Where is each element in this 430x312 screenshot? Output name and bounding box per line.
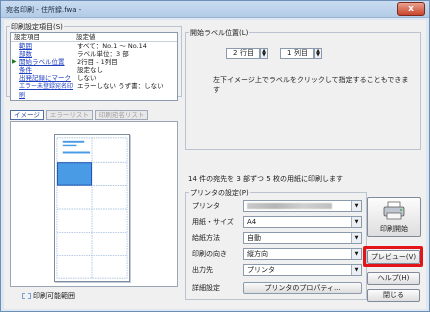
- position-hint: 左下イメージ上でラベルをクリックして指定することもできます: [213, 76, 409, 94]
- print-start-label: 印刷開始: [380, 225, 408, 233]
- column-input[interactable]: 1 列目: [280, 48, 314, 59]
- printer-select[interactable]: ▼: [243, 200, 362, 212]
- paper-source-select[interactable]: 自動 ▼: [243, 232, 362, 244]
- output-select[interactable]: プリンタ ▼: [243, 264, 362, 276]
- settings-item-value: すべて：No.1 ～ No.14: [77, 42, 147, 50]
- printer-name-redacted: [247, 203, 332, 209]
- settings-row-copies[interactable]: 部数 ラベル単位：3 部: [11, 50, 177, 58]
- print-dialog-window: 宛名印刷 - 住所録.fwa - x 印刷設定項目(S) 設定項目 設定値 範囲…: [0, 0, 430, 312]
- print-start-button[interactable]: 印刷開始: [367, 197, 421, 237]
- chevron-down-icon[interactable]: ▼: [351, 217, 361, 227]
- orientation-value: 縦方向: [247, 250, 268, 258]
- window-close-button[interactable]: x: [397, 2, 425, 16]
- close-button[interactable]: 閉じる: [367, 289, 420, 302]
- column-unit: 列目: [294, 49, 308, 57]
- stepper-down-icon[interactable]: ▼: [261, 53, 267, 58]
- settings-item-label[interactable]: 出発記録にマーク: [19, 74, 71, 82]
- row-unit: 行目: [240, 49, 254, 57]
- printable-area-legend: 印刷可能範囲: [22, 291, 75, 301]
- settings-table[interactable]: 設定項目 設定値 範囲 すべて：No.1 ～ No.14 部数 ラベル単位：3 …: [10, 32, 178, 101]
- dashed-box-icon: [22, 293, 31, 299]
- settings-table-header: 設定項目 設定値: [11, 33, 177, 42]
- settings-row-range[interactable]: 範囲 すべて：No.1 ～ No.14: [11, 42, 177, 50]
- settings-item-label[interactable]: 条件: [19, 66, 32, 74]
- print-summary: 14 件の宛先を 3 部ずつ 5 枚の用紙に印刷します: [188, 175, 343, 183]
- printer-label: プリンタ: [192, 202, 220, 210]
- tab-image[interactable]: イメージ: [10, 110, 44, 120]
- paper-size-row: 用紙・サイズ A4 ▼: [188, 215, 364, 229]
- settings-row-start-position[interactable]: ▶ 開始ラベル位置 2行目 - 1列目: [11, 58, 177, 66]
- label-preview-area: [10, 121, 178, 287]
- column-stepper[interactable]: ▲ ▼: [314, 48, 322, 59]
- output-value: プリンタ: [247, 266, 275, 274]
- settings-group-label: 印刷設定項目(S): [10, 22, 64, 32]
- printer-row: プリンタ ▼: [188, 199, 364, 213]
- row-input[interactable]: 2 行目: [226, 48, 260, 59]
- label-grid: [56, 137, 128, 279]
- output-row: 出力先 プリンタ ▼: [188, 263, 364, 277]
- settings-item-label[interactable]: 範囲: [19, 42, 32, 50]
- settings-item-value: エラーしない うず書：しない: [77, 82, 164, 90]
- orientation-row: 印刷の向き 縦方向 ▼: [188, 247, 364, 261]
- settings-row-error[interactable]: エラー未登録宛名印刷 エラーしない うず書：しない: [11, 82, 177, 99]
- preview-highlight-frame: [363, 246, 423, 267]
- settings-item-value: 設定なし: [77, 66, 103, 74]
- settings-item-label[interactable]: エラー未登録宛名印刷: [19, 83, 73, 99]
- current-row-marker-icon: ▶: [12, 58, 17, 65]
- paper-size-label: 用紙・サイズ: [192, 218, 234, 226]
- paper-size-select[interactable]: A4 ▼: [243, 216, 362, 228]
- stepper-down-icon[interactable]: ▼: [315, 53, 321, 58]
- orientation-label: 印刷の向き: [192, 250, 227, 258]
- start-position-group-label: 開始ラベル位置(L): [189, 28, 250, 38]
- header-value: 設定値: [76, 33, 96, 41]
- label-sheet-preview[interactable]: [54, 134, 130, 282]
- printer-group-label: プリンタの設定(P): [189, 188, 250, 198]
- paper-source-label: 給紙方法: [192, 234, 220, 242]
- output-label: 出力先: [192, 266, 213, 274]
- advanced-label: 詳細設定: [192, 284, 220, 292]
- column-value: 1: [287, 49, 292, 57]
- help-button[interactable]: ヘルプ(H): [367, 272, 420, 285]
- settings-row-mark[interactable]: 出発記録にマーク しない: [11, 74, 177, 82]
- settings-item-label[interactable]: 部数: [19, 50, 32, 58]
- settings-item-value: 2行目 - 1列目: [77, 58, 118, 66]
- tab-print-list[interactable]: 印刷宛名リスト: [94, 110, 149, 120]
- printable-area-label: 印刷可能範囲: [33, 292, 75, 300]
- row-stepper[interactable]: ▲ ▼: [260, 48, 268, 59]
- settings-item-value: しない: [77, 74, 97, 82]
- settings-item-value: ラベル単位：3 部: [77, 50, 129, 58]
- paper-size-value: A4: [247, 218, 257, 226]
- chevron-down-icon[interactable]: ▼: [351, 265, 361, 275]
- printer-icon: [383, 201, 405, 220]
- orientation-select[interactable]: 縦方向 ▼: [243, 248, 362, 260]
- settings-row-condition[interactable]: 条件 設定なし: [11, 66, 177, 74]
- tab-error-list[interactable]: エラーリスト: [45, 110, 93, 120]
- title-bar: 宛名印刷 - 住所録.fwa - x: [1, 1, 429, 18]
- preview-tabs: イメージ エラーリスト 印刷宛名リスト: [10, 110, 149, 120]
- settings-item-label[interactable]: 開始ラベル位置: [19, 58, 65, 66]
- chevron-down-icon[interactable]: ▼: [351, 233, 361, 243]
- paper-source-value: 自動: [247, 234, 261, 242]
- chevron-down-icon[interactable]: ▼: [351, 249, 361, 259]
- printer-properties-button[interactable]: プリンタのプロパティ...: [243, 282, 362, 294]
- chevron-down-icon[interactable]: ▼: [351, 201, 361, 211]
- row-value: 2: [233, 49, 238, 57]
- advanced-row: 詳細設定 プリンタのプロパティ...: [188, 281, 364, 295]
- header-item: 設定項目: [14, 33, 40, 41]
- paper-source-row: 給紙方法 自動 ▼: [188, 231, 364, 245]
- window-title: 宛名印刷 - 住所録.fwa -: [6, 6, 82, 14]
